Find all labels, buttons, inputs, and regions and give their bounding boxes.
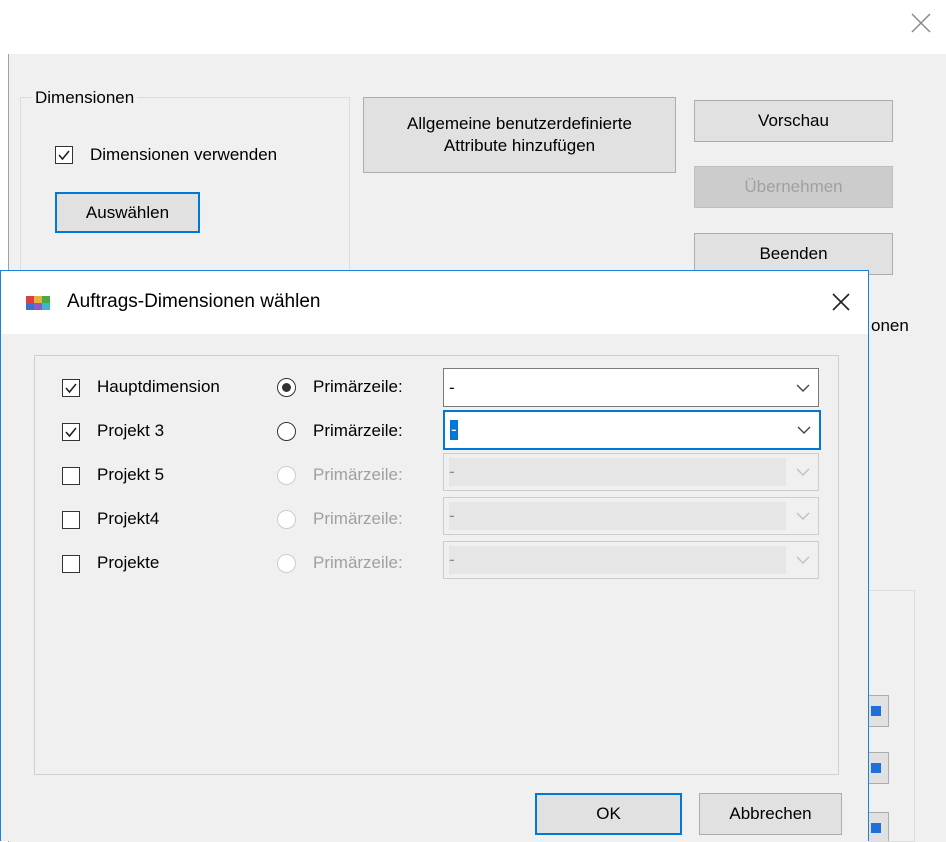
background-titlebar	[8, 0, 946, 54]
add-attributes-line1: Allgemeine benutzerdefinierte	[407, 114, 632, 133]
primary-combo-projekt-5[interactable]: -	[443, 453, 819, 491]
row-checkbox-projekt-5[interactable]	[62, 467, 80, 485]
checkmark-icon	[65, 383, 77, 394]
primary-combo-hauptdimension[interactable]: -	[443, 368, 819, 407]
exit-button[interactable]: Beenden	[694, 233, 893, 275]
dimensions-groupbox	[20, 97, 350, 279]
combo-value: -	[449, 377, 455, 397]
primary-radio-projekt-5[interactable]	[277, 466, 296, 485]
apply-button[interactable]: Übernehmen	[694, 166, 893, 208]
cancel-button[interactable]: Abbrechen	[699, 793, 842, 835]
add-attributes-line2: Attribute hinzufügen	[443, 136, 596, 155]
dialog-close-icon[interactable]	[828, 289, 854, 315]
chevron-down-icon	[789, 426, 819, 434]
primary-label-projekte: Primärzeile:	[313, 553, 403, 572]
select-dimensions-dialog: Auftrags-Dimensionen wählen Hauptdimensi…	[0, 270, 869, 841]
chevron-down-icon	[788, 384, 818, 392]
chevron-down-icon	[788, 512, 818, 520]
combo-value: -	[450, 420, 458, 440]
primary-label-projekt4: Primärzeile:	[313, 509, 403, 528]
partial-label: onen	[871, 316, 909, 335]
combo-value: -	[449, 546, 786, 574]
row-checkbox-projekte[interactable]	[62, 555, 80, 573]
primary-label-hauptdimension: Primärzeile:	[313, 377, 403, 396]
chevron-down-icon	[788, 556, 818, 564]
primary-combo-projekte[interactable]: -	[443, 541, 819, 579]
primary-radio-projekt4[interactable]	[277, 510, 296, 529]
row-label-projekt-5: Projekt 5	[97, 465, 165, 484]
chevron-down-icon	[788, 468, 818, 476]
primary-combo-projekt4[interactable]: -	[443, 497, 819, 535]
row-checkbox-hauptdimension[interactable]	[62, 379, 80, 397]
primary-label-projekt-3: Primärzeile:	[313, 421, 403, 440]
primary-combo-projekt-3[interactable]: -	[443, 410, 821, 450]
primary-radio-projekte[interactable]	[277, 554, 296, 573]
checkmark-icon	[58, 150, 70, 161]
row-label-projekt4: Projekt4	[97, 509, 160, 528]
preview-button[interactable]: Vorschau	[694, 100, 893, 142]
primary-label-projekt-5: Primärzeile:	[313, 465, 403, 484]
background-close-icon[interactable]	[906, 8, 936, 38]
row-checkbox-projekt4[interactable]	[62, 511, 80, 529]
background-side-button-1[interactable]	[869, 695, 889, 727]
dimensions-app-icon	[26, 295, 50, 310]
primary-radio-projekt-3[interactable]	[277, 422, 296, 441]
ok-button[interactable]: OK	[535, 793, 682, 835]
dimensions-group-title: Dimensionen	[32, 88, 138, 108]
dialog-title: Auftrags-Dimensionen wählen	[67, 291, 321, 312]
combo-value: -	[449, 458, 786, 486]
row-checkbox-projekt-3[interactable]	[62, 423, 80, 441]
combo-value: -	[449, 502, 786, 530]
row-label-projekte: Projekte	[97, 553, 160, 572]
background-side-button-3[interactable]	[869, 812, 889, 841]
use-dimensions-checkbox[interactable]	[55, 146, 73, 164]
checkmark-icon	[65, 427, 77, 438]
select-dimensions-button[interactable]: Auswählen	[55, 192, 200, 233]
row-label-hauptdimension: Hauptdimension	[97, 377, 220, 396]
use-dimensions-label: Dimensionen verwenden	[90, 145, 278, 164]
background-side-button-2[interactable]	[869, 752, 889, 784]
add-custom-attributes-button[interactable]: Allgemeine benutzerdefinierte Attribute …	[363, 97, 676, 173]
primary-radio-hauptdimension[interactable]	[277, 378, 296, 397]
row-label-projekt-3: Projekt 3	[97, 421, 165, 440]
